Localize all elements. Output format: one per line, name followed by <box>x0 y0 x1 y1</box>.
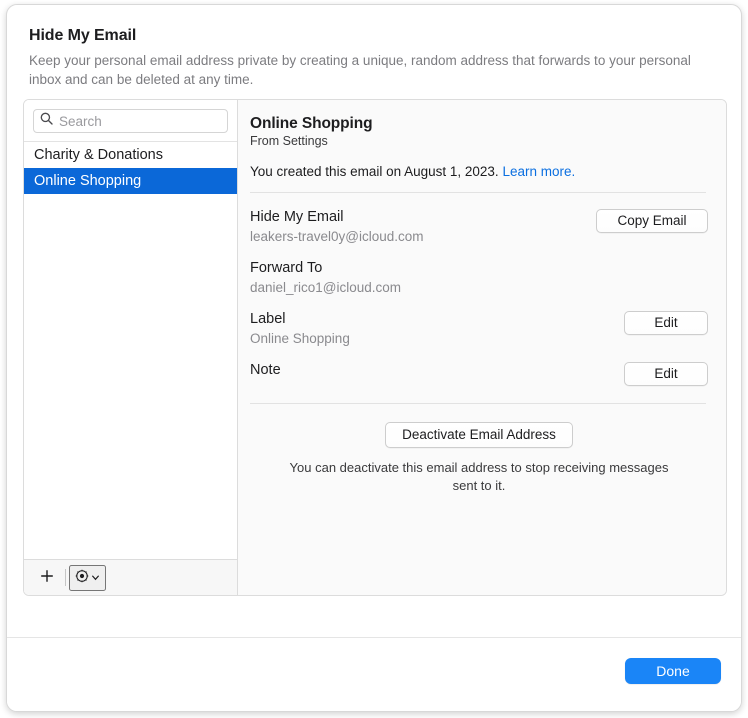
chevron-down-icon <box>91 570 100 585</box>
copy-email-button[interactable]: Copy Email <box>596 209 708 233</box>
hide-my-email-label: Hide My Email <box>250 209 424 225</box>
deactivate-email-button[interactable]: Deactivate Email Address <box>385 422 573 448</box>
separator-top <box>250 192 706 193</box>
sidebar: Charity & Donations Online Shopping <box>24 100 238 595</box>
hide-my-email-value: leakers-travel0y@icloud.com <box>250 229 424 244</box>
note-info: Note <box>250 362 281 378</box>
hide-my-email-window: Hide My Email Keep your personal email a… <box>6 4 742 712</box>
toolbar-divider <box>65 569 66 586</box>
note-row: Note Edit <box>250 362 708 386</box>
learn-more-link[interactable]: Learn more. <box>502 164 575 179</box>
dialog-header: Hide My Email Keep your personal email a… <box>7 5 741 89</box>
label-field-label: Label <box>250 311 350 327</box>
detail-source: From Settings <box>250 134 708 148</box>
list-item-charity-donations[interactable]: Charity & Donations <box>24 142 237 168</box>
detail-pane: Online Shopping From Settings You create… <box>238 100 726 595</box>
forward-to-label: Forward To <box>250 260 401 276</box>
forward-to-info: Forward To daniel_rico1@icloud.com <box>250 260 401 295</box>
search-icon <box>40 112 53 130</box>
search-container <box>24 100 237 142</box>
label-info: Label Online Shopping <box>250 311 350 346</box>
detail-title: Online Shopping <box>250 115 708 133</box>
note-field-label: Note <box>250 362 281 378</box>
created-text: You created this email on August 1, 2023… <box>250 164 499 179</box>
page-title: Hide My Email <box>29 27 717 45</box>
edit-label-button[interactable]: Edit <box>624 311 708 335</box>
plus-icon <box>40 569 54 586</box>
hide-my-email-row: Hide My Email leakers-travel0y@icloud.co… <box>250 209 708 244</box>
gear-icon <box>75 569 89 586</box>
add-email-button[interactable] <box>32 565 62 591</box>
separator-bottom <box>250 403 706 404</box>
search-input[interactable] <box>59 114 221 129</box>
hide-my-email-info: Hide My Email leakers-travel0y@icloud.co… <box>250 209 424 244</box>
created-info: You created this email on August 1, 2023… <box>250 164 708 179</box>
edit-note-button[interactable]: Edit <box>624 362 708 386</box>
done-button[interactable]: Done <box>625 658 721 684</box>
list-item-online-shopping[interactable]: Online Shopping <box>24 168 237 194</box>
forward-to-value: daniel_rico1@icloud.com <box>250 280 401 295</box>
main-panel: Charity & Donations Online Shopping <box>23 99 727 596</box>
search-field[interactable] <box>33 109 228 133</box>
page-subtitle: Keep your personal email address private… <box>29 51 717 89</box>
dialog-footer: Done <box>7 638 741 712</box>
forward-to-row: Forward To daniel_rico1@icloud.com <box>250 260 708 295</box>
label-row: Label Online Shopping Edit <box>250 311 708 346</box>
label-field-value: Online Shopping <box>250 331 350 346</box>
email-list: Charity & Donations Online Shopping <box>24 142 237 559</box>
deactivate-section: Deactivate Email Address You can deactiv… <box>250 422 708 495</box>
action-menu-button[interactable] <box>69 565 106 591</box>
deactivate-note: You can deactivate this email address to… <box>279 459 679 495</box>
sidebar-toolbar <box>24 559 237 595</box>
